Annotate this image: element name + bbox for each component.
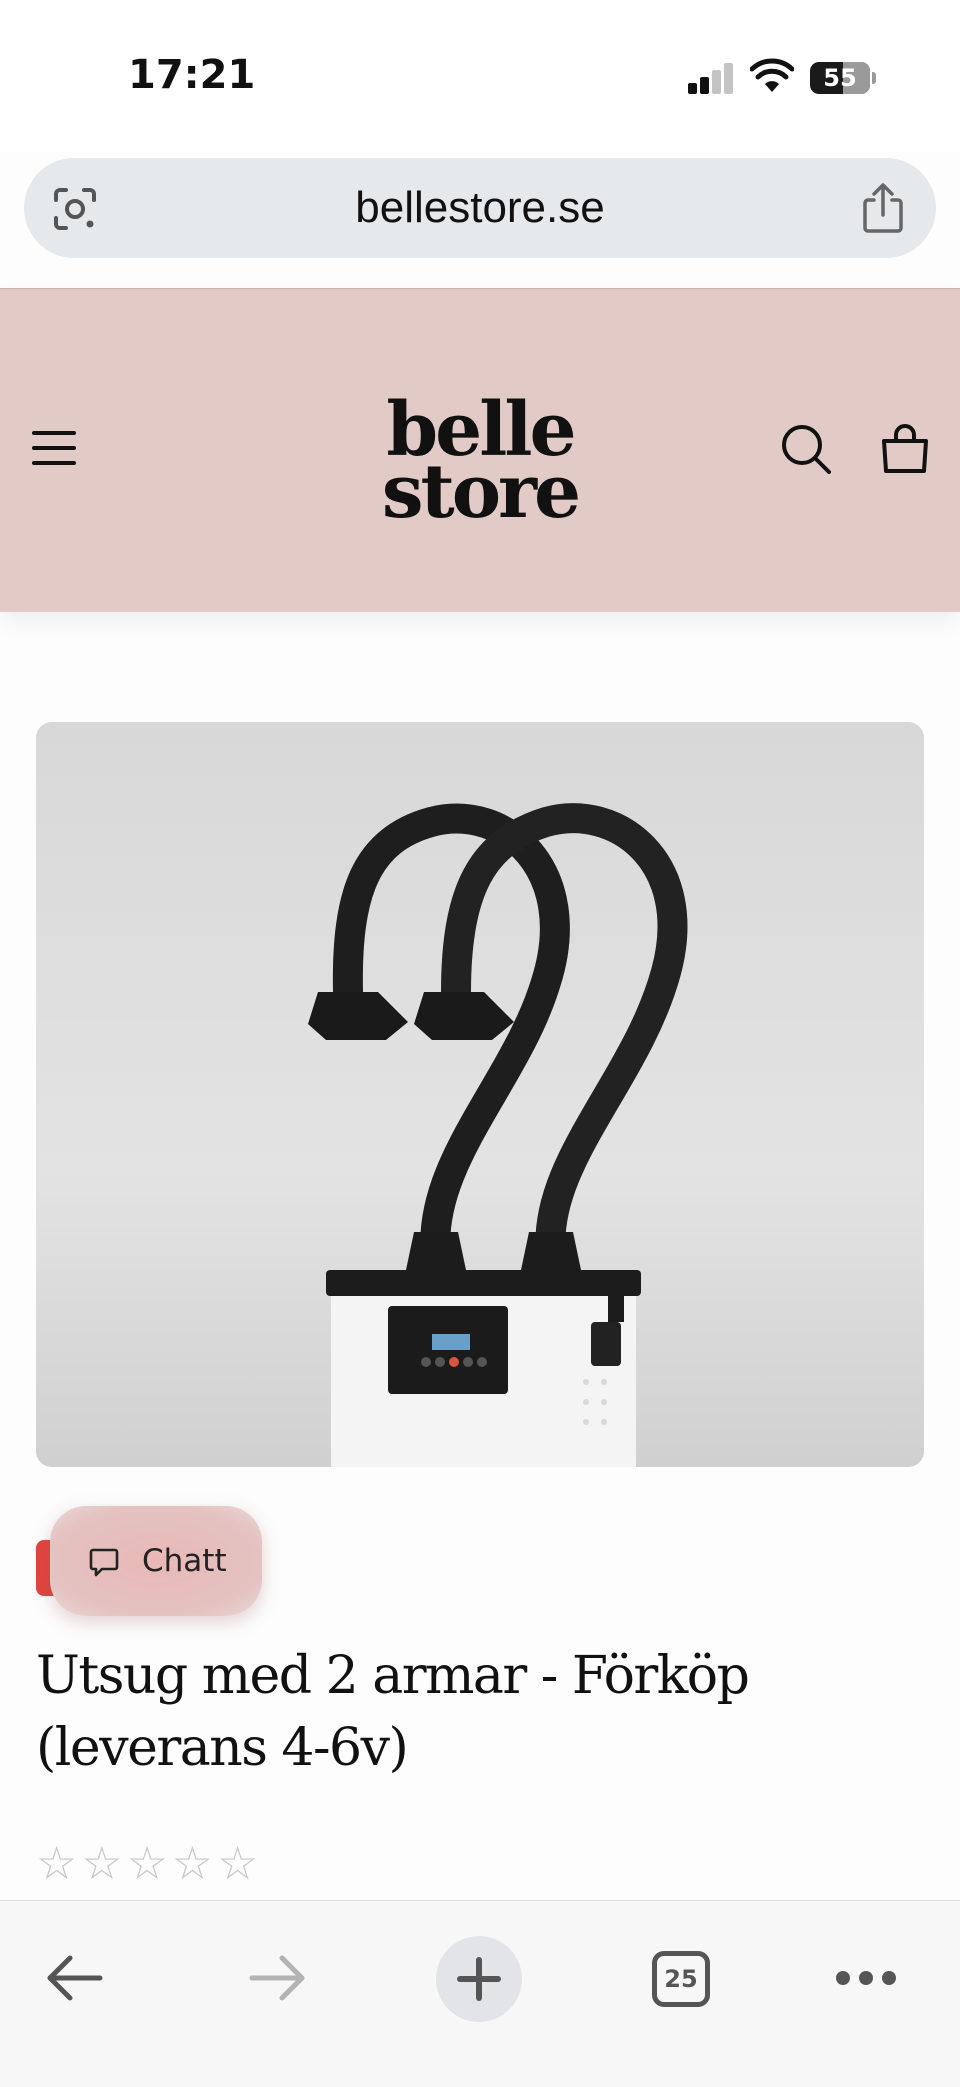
status-bar: 17:21 55 [0,0,960,150]
star-icon: ☆ [81,1836,123,1890]
wifi-icon [750,58,794,92]
more-icon[interactable] [836,1971,896,1987]
chat-button[interactable]: Chatt [50,1506,262,1616]
product-title: Utsug med 2 armar - Förköp (leverans 4-6… [36,1646,750,1778]
browser-toolbar: 25 [0,1900,960,2087]
new-tab-plus-icon-vertical [476,1957,482,2001]
status-time: 17:21 [128,52,256,98]
back-arrow-icon[interactable] [44,1951,104,2005]
hamburger-menu-icon[interactable] [32,431,76,467]
product-rating[interactable]: ☆ ☆ ☆ ☆ ☆ [36,1838,258,1888]
url-text[interactable]: bellestore.se [24,158,936,258]
battery-level: 55 [823,64,857,92]
star-icon: ☆ [126,1836,168,1890]
new-tab-button[interactable] [436,1936,522,2022]
site-header: belle store [0,288,960,612]
search-icon[interactable] [780,423,832,475]
tabs-button[interactable]: 25 [652,1951,710,2007]
cellular-signal-icon [688,62,734,94]
battery-icon: 55 [810,62,870,94]
star-icon: ☆ [217,1836,259,1890]
star-icon: ☆ [36,1836,78,1890]
share-icon[interactable] [860,182,906,234]
fume-extractor-illustration [36,722,924,1467]
battery-cap [872,72,876,84]
store-logo[interactable]: belle store [330,393,630,535]
product-image[interactable] [36,722,924,1467]
forward-arrow-icon[interactable] [248,1951,308,2005]
chat-label: Chatt [142,1543,227,1579]
address-bar[interactable]: bellestore.se [24,158,936,258]
star-icon: ☆ [171,1836,213,1890]
logo-line-2: store [381,449,581,535]
shopping-bag-icon[interactable] [878,423,932,475]
chat-bubble-icon [89,1548,119,1577]
